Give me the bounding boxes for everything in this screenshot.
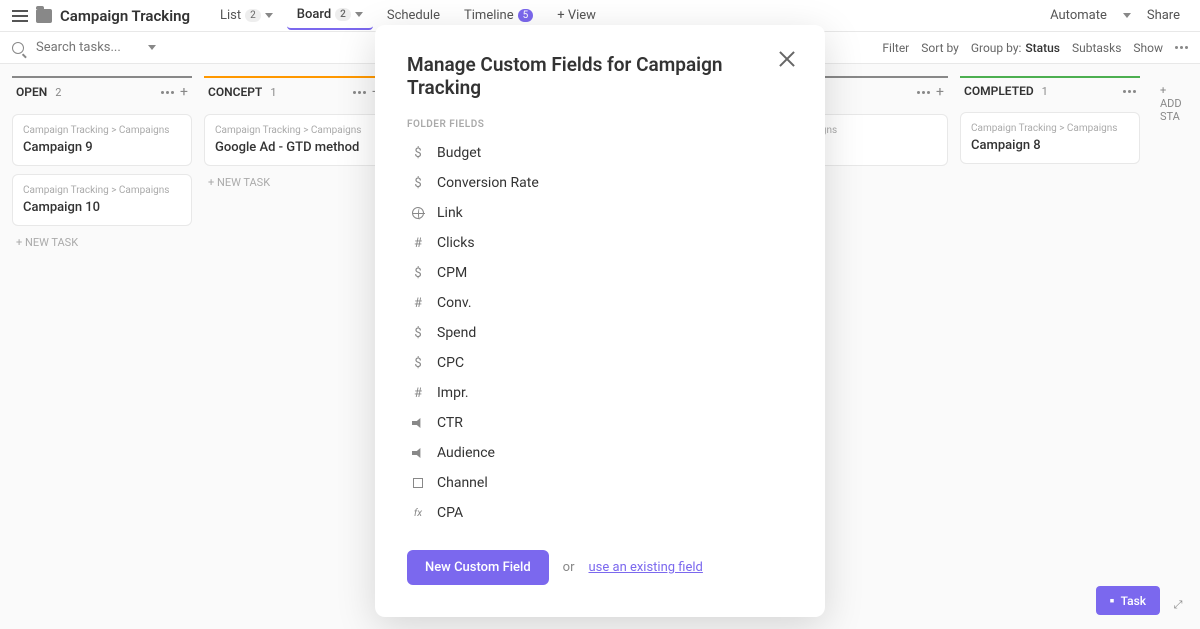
field-row-ctr[interactable]: CTR [407, 408, 793, 438]
field-row-cpm[interactable]: CPM [407, 258, 793, 288]
dollar-icon [411, 356, 425, 370]
close-icon[interactable] [777, 49, 797, 69]
hash-icon [411, 296, 425, 310]
section-label: FOLDER FIELDS [407, 119, 793, 130]
dollar-icon [411, 176, 425, 190]
or-label: or [563, 560, 575, 575]
field-row-conversion-rate[interactable]: Conversion Rate [407, 168, 793, 198]
custom-fields-modal: Manage Custom Fields for Campaign Tracki… [375, 25, 825, 617]
dollar-icon [411, 326, 425, 340]
field-row-channel[interactable]: Channel [407, 468, 793, 498]
speaker-icon [411, 416, 425, 430]
dollar-icon [411, 146, 425, 160]
hash-icon [411, 236, 425, 250]
field-row-budget[interactable]: Budget [407, 138, 793, 168]
field-row-conv[interactable]: Conv. [407, 288, 793, 318]
field-row-clicks[interactable]: Clicks [407, 228, 793, 258]
hash-icon [411, 386, 425, 400]
field-row-cpa[interactable]: CPA [407, 498, 793, 528]
field-list: Budget Conversion Rate Link Clicks CPM C… [407, 138, 793, 528]
field-row-spend[interactable]: Spend [407, 318, 793, 348]
field-row-impr[interactable]: Impr. [407, 378, 793, 408]
speaker-icon [411, 446, 425, 460]
new-custom-field-button[interactable]: New Custom Field [407, 550, 549, 585]
field-row-audience[interactable]: Audience [407, 438, 793, 468]
use-existing-field-link[interactable]: use an existing field [589, 560, 703, 575]
globe-icon [411, 206, 425, 220]
formula-icon [411, 506, 425, 520]
field-row-cpc[interactable]: CPC [407, 348, 793, 378]
square-icon [411, 476, 425, 490]
modal-backdrop: Manage Custom Fields for Campaign Tracki… [0, 0, 1200, 629]
field-row-link[interactable]: Link [407, 198, 793, 228]
dollar-icon [411, 266, 425, 280]
modal-title: Manage Custom Fields for Campaign Tracki… [407, 53, 793, 99]
